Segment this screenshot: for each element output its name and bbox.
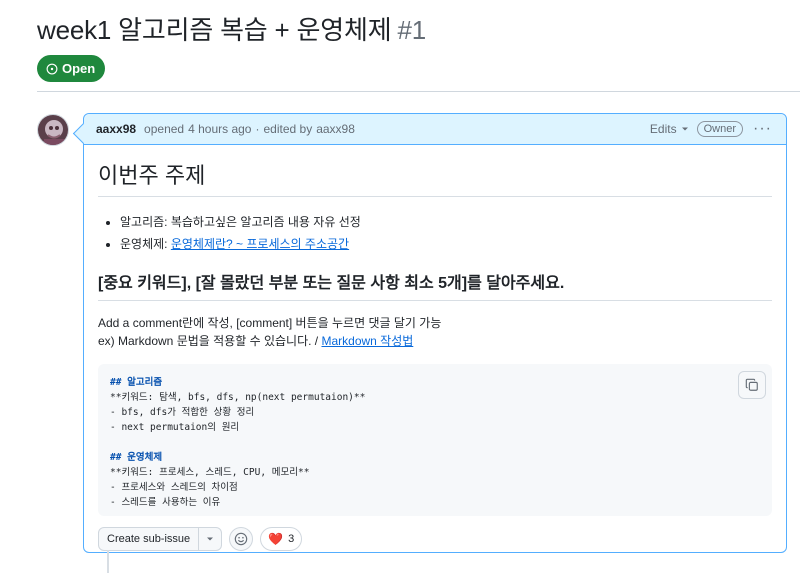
topic-list: 알고리즘: 복습하고싶은 알고리즘 내용 자유 선정 운영체제: 운영체제란? … [98,211,772,255]
author-avatar[interactable] [37,114,69,146]
list-item: 운영체제: 운영체제란? ~ 프로세스의 주소공간 [120,233,772,255]
triangle-down-icon [207,537,214,541]
create-sub-issue-dropdown[interactable] [199,528,221,550]
edits-dropdown[interactable]: Edits [650,122,689,136]
comment-footer: Create sub-issue ❤️ 3 [98,527,303,551]
paragraph-line-2: ex) Markdown 문법을 적용할 수 있습니다. / [98,334,322,348]
list-item-text: 알고리즘: 복습하고싶은 알고리즘 내용 자유 선정 [120,215,361,229]
issue-opened-icon [46,63,58,74]
create-sub-issue-button[interactable]: Create sub-issue [99,528,200,550]
owner-badge: Owner [696,121,744,137]
heart-icon: ❤️ [268,532,284,546]
smiley-icon [234,532,248,546]
meta-separator: · [255,122,260,136]
code-line: - next permutaion의 원리 [110,422,240,433]
triangle-down-icon [681,127,688,131]
create-sub-issue-split-button: Create sub-issue [98,527,223,551]
list-item-text: 운영체제: [120,237,171,251]
copy-icon [745,378,758,391]
edited-by-user[interactable]: aaxx98 [316,122,355,136]
kebab-horizontal-icon[interactable]: ··· [751,121,774,137]
body-heading-1: 이번주 주제 [98,158,772,197]
timeline-connector [107,550,109,573]
markdown-guide-link[interactable]: Markdown 작성법 [321,334,413,348]
header-divider [37,91,800,92]
list-item: 알고리즘: 복습하고싶은 알고리즘 내용 자유 선정 [120,211,772,233]
code-block: ## 알고리즘 **키워드: 탐색, bfs, dfs, np(next per… [98,364,772,516]
paragraph-line-1: Add a comment란에 작성, [comment] 버튼을 누르면 댓글… [98,316,442,330]
code-line: ## 운영체제 [110,452,163,463]
avatar-image [38,115,68,145]
comment-body: 이번주 주제 알고리즘: 복습하고싶은 알고리즘 내용 자유 선정 운영체제: … [84,158,786,516]
issue-body-comment: aaxx98 opened 4 hours ago · edited by aa… [83,113,787,553]
issue-title: week1 알고리즘 복습 + 운영체제 #1 [37,10,426,47]
code-line: - bfs, dfs가 적합한 상황 정리 [110,407,255,418]
add-reaction-button[interactable] [229,527,254,551]
code-line: **키워드: 탐색, bfs, dfs, np(next permutaion)… [110,392,366,403]
copy-code-button[interactable] [738,371,766,399]
edits-label: Edits [649,122,677,136]
code-line: **키워드: 프로세스, 스레드, CPU, 메모리** [110,467,310,478]
body-heading-2: [중요 키워드], [잘 몰랐던 부분 또는 질문 사항 최소 5개]를 달아주… [98,269,772,301]
code-line: - 프로세스와 스레드의 차이점 [110,482,238,493]
issue-state-label: Open [62,61,96,76]
code-line: - 스레드를 사용하는 이유 [110,497,221,508]
reaction-count: 3 [288,533,295,545]
comment-meta: aaxx98 opened 4 hours ago · edited by aa… [96,122,355,136]
comment-action: opened [144,122,185,136]
body-paragraph: Add a comment란에 작성, [comment] 버튼을 누르면 댓글… [98,314,772,350]
issue-number: #1 [397,15,426,45]
issue-title-text: week1 알고리즘 복습 + 운영체제 [37,15,392,45]
heart-reaction-button[interactable]: ❤️ 3 [260,527,303,551]
comment-author-link[interactable]: aaxx98 [96,122,136,136]
comment-header: aaxx98 opened 4 hours ago · edited by aa… [84,114,786,145]
issue-state-badge: Open [37,55,106,82]
os-topic-link[interactable]: 운영체제란? ~ 프로세스의 주소공간 [171,237,349,251]
edited-by-label: edited by [263,122,313,136]
code-line: ## 알고리즘 [110,377,163,388]
comment-timestamp[interactable]: 4 hours ago [188,122,251,136]
